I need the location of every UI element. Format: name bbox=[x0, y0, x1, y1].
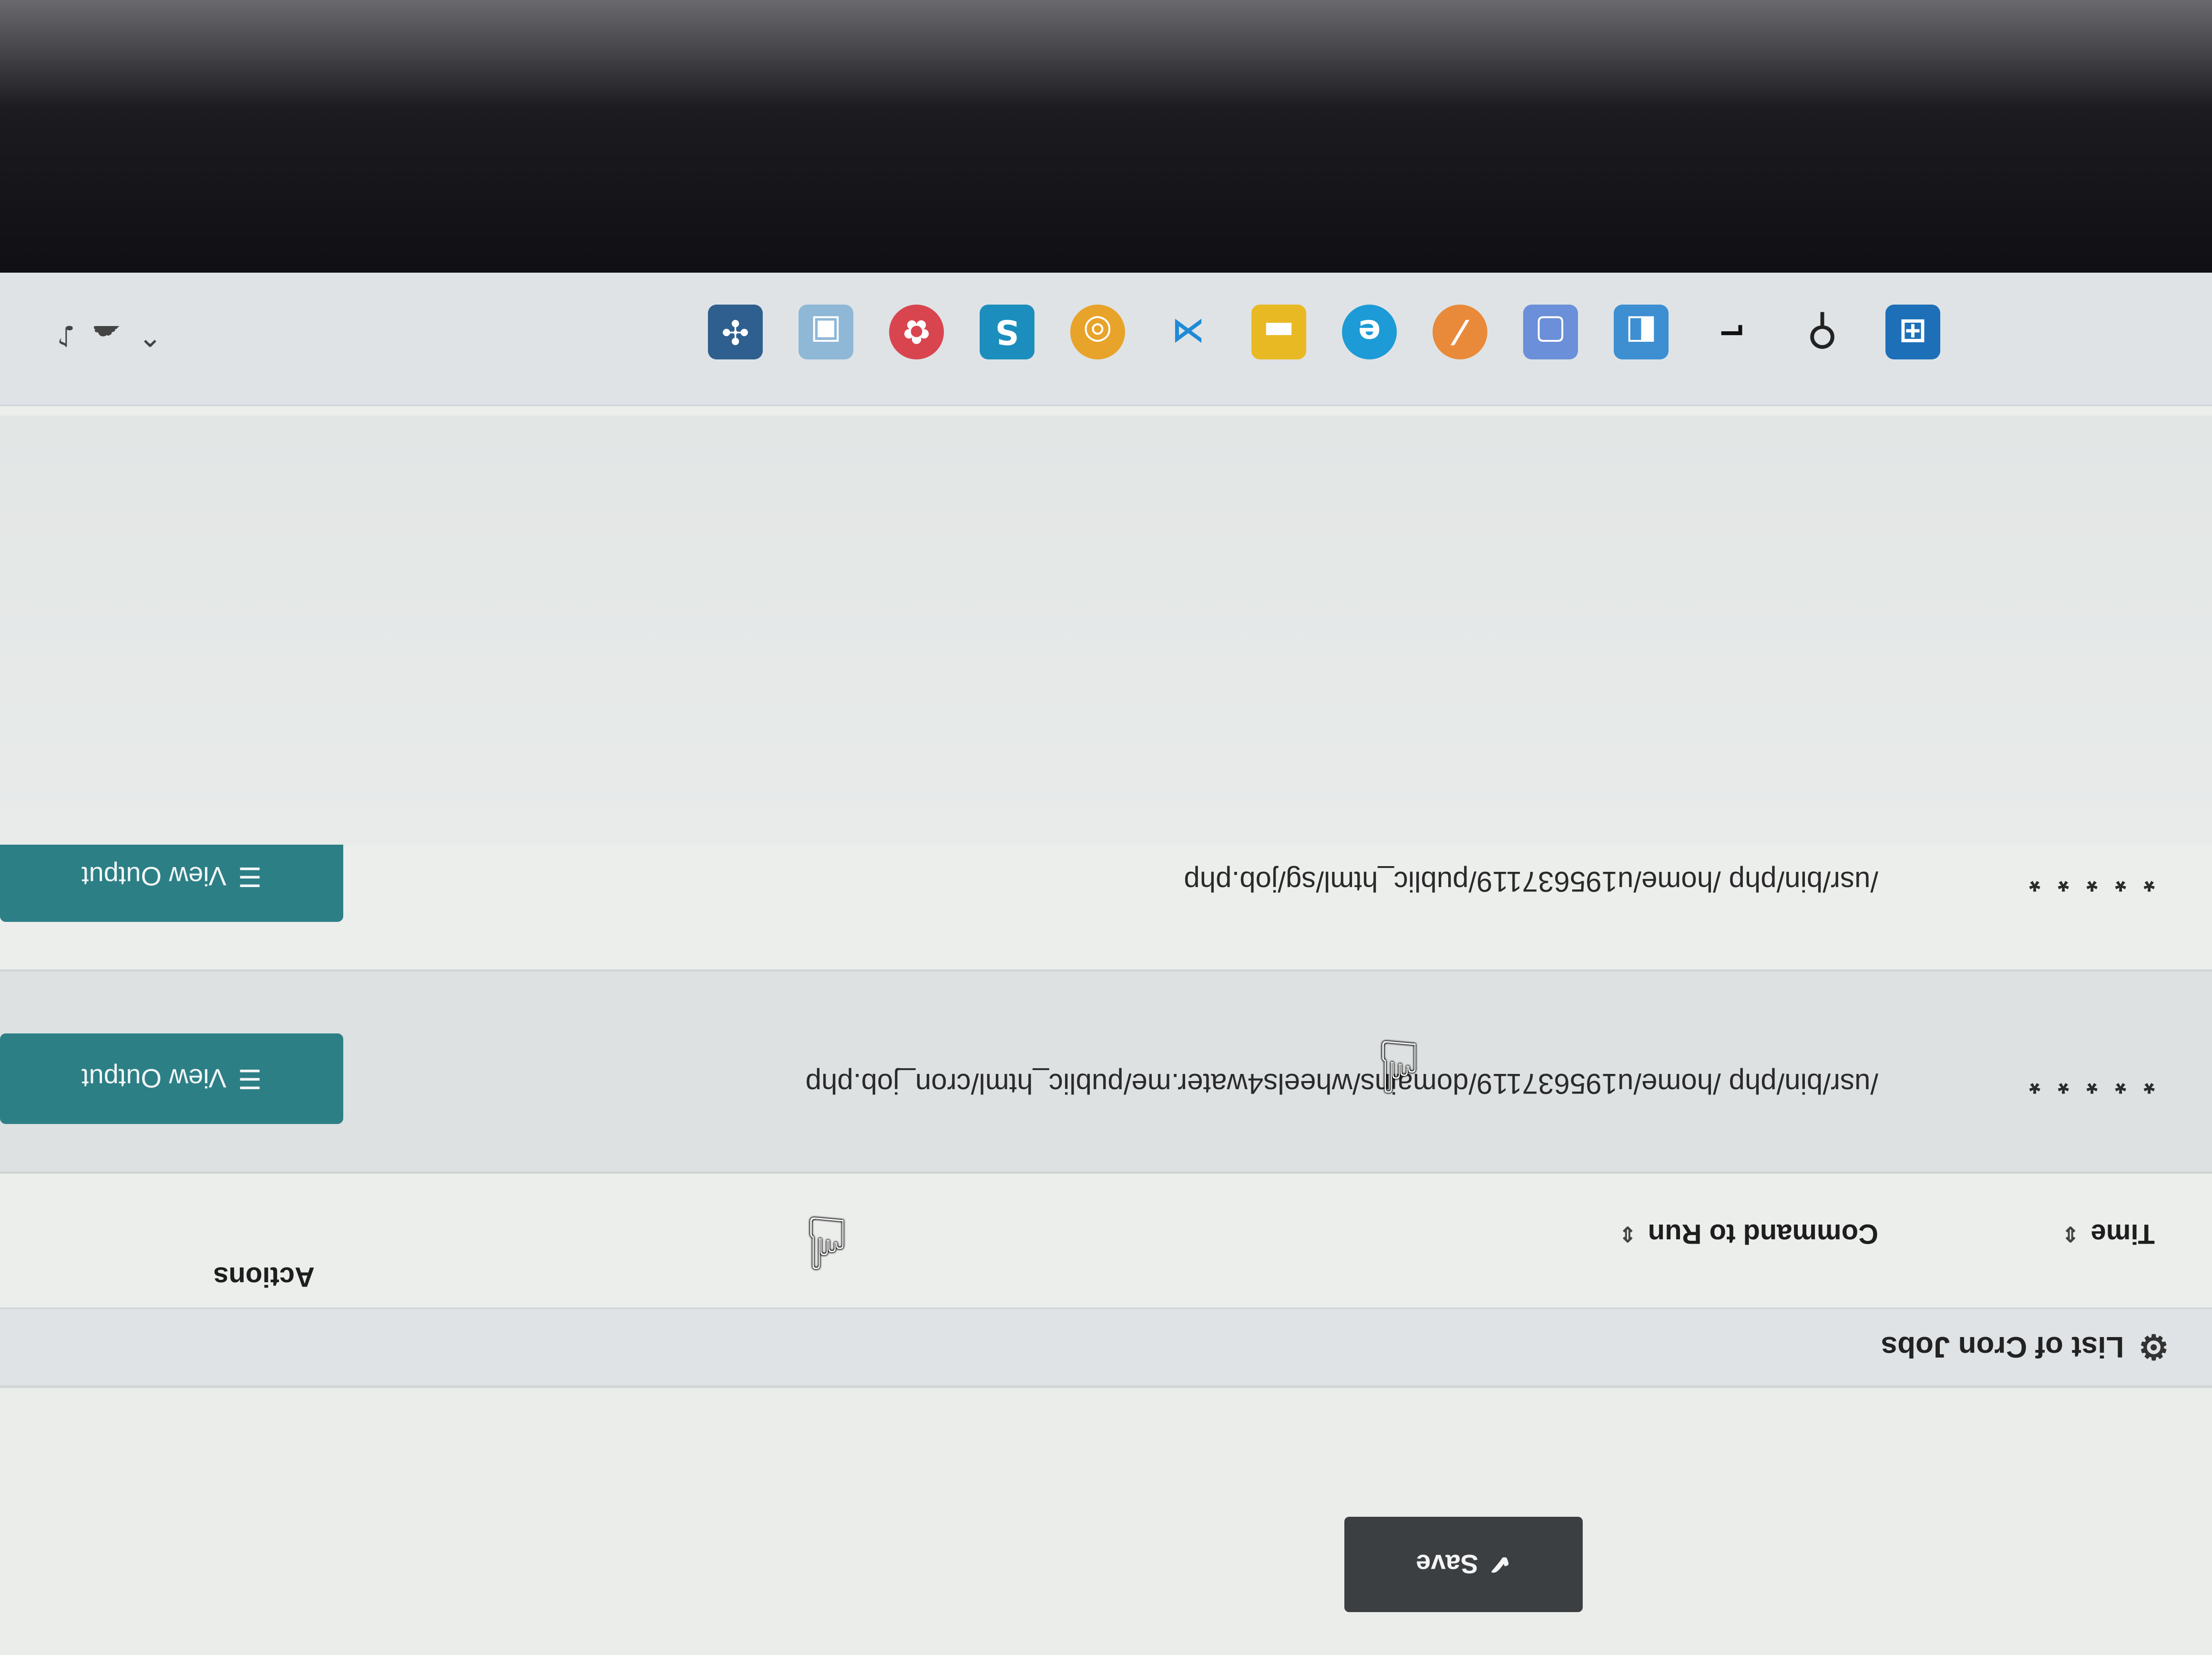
cron-jobs-panel-header: ⚙ List of Cron Jobs bbox=[0, 1308, 2212, 1385]
chrome-icon[interactable]: ◎ bbox=[1070, 305, 1125, 359]
column-header-time[interactable]: Time ⇕ bbox=[2062, 1218, 2155, 1250]
chat-icon[interactable]: ▢ bbox=[1523, 305, 1578, 359]
file-explorer-icon[interactable]: ▬ bbox=[1251, 305, 1306, 359]
cron-command-cell: /usr/bin/php /home/u195637119/public_htm… bbox=[1184, 866, 1878, 898]
table-row: * * * * * /usr/bin/php /home/u195637119/… bbox=[0, 970, 2212, 1172]
pen-app-icon[interactable]: ⁄ bbox=[1433, 305, 1487, 359]
sort-icon: ⇕ bbox=[2061, 1222, 2079, 1246]
column-header-command-label: Command to Run bbox=[1648, 1218, 1878, 1249]
system-tray: ⌃ ☁ ♪ bbox=[57, 319, 162, 352]
cron-time-cell: * * * * * bbox=[2024, 866, 2155, 898]
cron-time-cell: * * * * * bbox=[2024, 1068, 2155, 1100]
panel-title-text: List of Cron Jobs bbox=[1881, 1330, 2124, 1364]
taskbar: ⊞ ⚲ ⌐ ◧ ▢ ⁄ e ▬ ⋊ ◎ S ✿ ▣ ✣ ⌃ ☁ ♪ bbox=[0, 271, 2212, 406]
save-button[interactable]: ✔ Save bbox=[1344, 1517, 1583, 1612]
column-header-time-label: Time bbox=[2090, 1218, 2155, 1249]
column-header-actions: Actions bbox=[213, 1261, 315, 1293]
widgets-icon[interactable]: ◧ bbox=[1614, 305, 1669, 359]
view-output-label: View Output bbox=[81, 861, 226, 892]
table-header: Time ⇕ Command to Run ⇕ Actions bbox=[0, 1172, 2212, 1292]
photo-scene: ✔ Save ⚙ List of Cron Jobs Time ⇕ Comman… bbox=[0, 0, 2212, 1655]
sublime-icon[interactable]: S bbox=[980, 305, 1034, 359]
view-output-button[interactable]: ☰ View Output bbox=[0, 831, 343, 922]
column-header-actions-label: Actions bbox=[213, 1261, 315, 1292]
check-icon: ✔ bbox=[1488, 1550, 1511, 1580]
empty-content-area bbox=[0, 416, 2212, 845]
edge-icon[interactable]: e bbox=[1342, 305, 1397, 359]
list-icon: ☰ bbox=[237, 862, 262, 892]
column-header-command[interactable]: Command to Run ⇕ bbox=[1619, 1218, 1878, 1250]
sound-icon[interactable]: ♪ bbox=[57, 319, 75, 352]
search-icon[interactable]: ⚲ bbox=[1795, 305, 1850, 359]
browser-screen: ✔ Save ⚙ List of Cron Jobs Time ⇕ Comman… bbox=[0, 271, 2212, 1655]
mouse-cursor-icon: ☝ bbox=[805, 1200, 849, 1283]
laptop-bezel: hp bbox=[0, 0, 2212, 273]
chevron-up-icon[interactable]: ⌃ bbox=[138, 319, 162, 352]
mouse-cursor-icon: ☝ bbox=[1377, 1024, 1421, 1107]
save-button-label: Save bbox=[1416, 1549, 1478, 1580]
cloud-icon[interactable]: ☁ bbox=[92, 319, 121, 352]
cron-jobs-table: Time ⇕ Command to Run ⇕ Actions * * * * … bbox=[0, 767, 2212, 1292]
save-area: ✔ Save bbox=[0, 1385, 2212, 1655]
panel-title: ⚙ List of Cron Jobs bbox=[1881, 1309, 2169, 1385]
view-output-button[interactable]: ☰ View Output bbox=[0, 1033, 343, 1124]
cron-command-cell: /usr/bin/php /home/u195637119/domains/wh… bbox=[805, 1068, 1878, 1100]
windows-start-icon[interactable]: ⊞ bbox=[1885, 305, 1940, 359]
files-icon[interactable]: ▣ bbox=[799, 305, 853, 359]
sort-icon: ⇕ bbox=[1618, 1222, 1637, 1246]
view-output-label: View Output bbox=[81, 1063, 226, 1094]
pinwheel-app-icon[interactable]: ✣ bbox=[708, 305, 763, 359]
paint-icon[interactable]: ✿ bbox=[889, 305, 944, 359]
gears-icon: ⚙ bbox=[2138, 1328, 2169, 1366]
task-view-icon[interactable]: ⌐ bbox=[1704, 305, 1759, 359]
visual-studio-icon[interactable]: ⋊ bbox=[1161, 305, 1216, 359]
list-icon: ☰ bbox=[237, 1064, 262, 1094]
